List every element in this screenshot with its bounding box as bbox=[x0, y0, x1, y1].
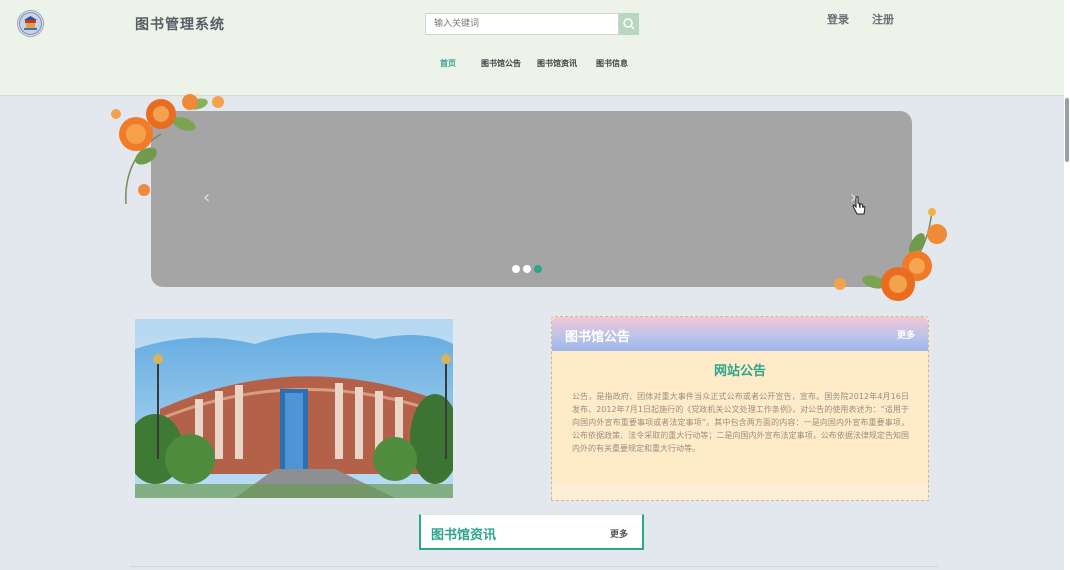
nav-library-news[interactable]: 图书馆资讯 bbox=[537, 58, 577, 69]
orange-flower-decoration-icon bbox=[834, 208, 947, 301]
news-more-link[interactable]: 更多 bbox=[610, 527, 628, 540]
notice-body-text: 公告，是指政府、团体对重大事件当众正式公布或者公开宣告，宣布。国务院2012年4… bbox=[572, 392, 909, 453]
site-header: 图书管理系统 登录 注册 首页 图书馆公告 图书馆资讯 图书信息 bbox=[0, 0, 1070, 96]
page: 图书管理系统 登录 注册 首页 图书馆公告 图书馆资讯 图书信息 ‹ › bbox=[0, 0, 1070, 570]
search-input[interactable] bbox=[425, 13, 619, 35]
carousel-dot-active[interactable] bbox=[534, 265, 542, 273]
login-link[interactable]: 登录 bbox=[827, 11, 849, 27]
nav-home[interactable]: 首页 bbox=[440, 58, 456, 69]
page-scrollbar[interactable] bbox=[1064, 0, 1070, 570]
hand-pointer-icon bbox=[852, 196, 866, 215]
nav-library-notice[interactable]: 图书馆公告 bbox=[481, 58, 521, 69]
nav-book-info[interactable]: 图书信息 bbox=[596, 58, 628, 69]
library-emblem-icon[interactable] bbox=[17, 10, 44, 37]
site-title: 图书管理系统 bbox=[135, 17, 225, 33]
notice-footer bbox=[552, 483, 928, 500]
register-link[interactable]: 注册 bbox=[872, 11, 894, 27]
notice-card: 图书馆公告 更多 网站公告 公告，是指政府、团体对重大事件当众正式公布或者公开宣… bbox=[551, 316, 929, 501]
divider bbox=[130, 566, 938, 567]
news-section-header: 图书馆资讯 更多 bbox=[419, 514, 644, 550]
notice-subtitle: 网站公告 bbox=[713, 364, 766, 379]
scrollbar-thumb[interactable] bbox=[1065, 98, 1069, 162]
notice-header: 图书馆公告 更多 bbox=[552, 317, 928, 351]
library-building-photo bbox=[135, 319, 453, 498]
carousel-dot[interactable] bbox=[523, 265, 531, 273]
carousel-dot[interactable] bbox=[512, 265, 520, 273]
notice-more-link[interactable]: 更多 bbox=[897, 328, 915, 341]
news-title: 图书馆资讯 bbox=[431, 528, 497, 543]
banner-carousel[interactable] bbox=[151, 111, 912, 287]
search-icon bbox=[623, 18, 635, 30]
search-button[interactable] bbox=[619, 13, 639, 35]
notice-title: 图书馆公告 bbox=[565, 330, 631, 345]
orange-flower-decoration-icon bbox=[111, 94, 224, 205]
